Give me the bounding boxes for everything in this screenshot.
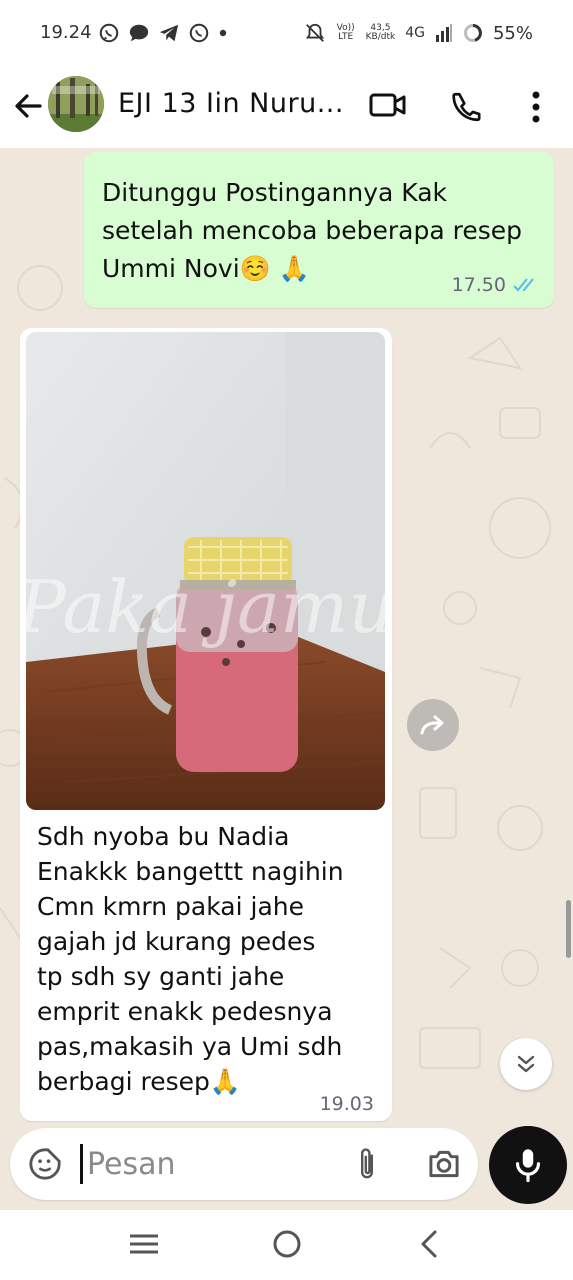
- whatsapp-icon: [99, 23, 119, 43]
- net-speed-unit: KB/dtk: [365, 32, 396, 42]
- chat-area[interactable]: Ditunggu Postingannya Kak setelah mencob…: [0, 148, 573, 1210]
- message-meta: 17.50: [452, 274, 540, 296]
- back-arrow-icon[interactable]: [12, 88, 44, 124]
- signal-icon: [435, 24, 452, 42]
- system-icons: Vo)) LTE 43,5 KB/dtk 4G 55%: [304, 22, 533, 44]
- forward-icon: [420, 715, 444, 735]
- chat-icon: [129, 24, 149, 42]
- incoming-message-time: 19.03: [319, 1093, 374, 1115]
- read-receipt-icon: [513, 278, 534, 292]
- video-call-icon[interactable]: [369, 90, 407, 120]
- avatar-image: [48, 76, 104, 132]
- outgoing-message-time: 17.50: [451, 274, 506, 296]
- message-composer: [10, 1128, 478, 1200]
- photo-image: Paka jamu: [26, 332, 385, 810]
- status-time: 19.24: [40, 22, 92, 43]
- scroll-to-bottom-button[interactable]: [500, 1038, 552, 1090]
- incoming-message[interactable]: Paka jamu Sdh nyoba bu Nadia Enakkk bang…: [20, 328, 392, 1121]
- battery-percent: 55%: [492, 22, 533, 44]
- telegram-icon: [159, 24, 179, 42]
- sticker-icon[interactable]: [28, 1147, 62, 1181]
- message-photo[interactable]: Paka jamu: [26, 332, 385, 810]
- forward-button[interactable]: [407, 699, 459, 751]
- nav-back-icon[interactable]: [417, 1228, 441, 1260]
- mic-icon: [515, 1149, 541, 1182]
- dot-icon: [219, 29, 227, 37]
- nav-recents-icon[interactable]: [128, 1228, 160, 1260]
- chevrons-down-icon: [517, 1055, 535, 1073]
- notification-icons: [98, 22, 228, 44]
- incoming-message-text: Sdh nyoba bu Nadia Enakkk bangettt nagih…: [37, 822, 344, 1096]
- chat-header: EJI 13 Iin Nuru...: [0, 66, 573, 148]
- network-type: 4G: [405, 25, 425, 41]
- volte-label: Vo)) LTE: [336, 23, 355, 42]
- avatar[interactable]: [48, 76, 104, 132]
- photo-watermark: Paka jamu: [26, 565, 385, 649]
- phone-icon[interactable]: [450, 90, 484, 124]
- battery-icon: [463, 24, 482, 42]
- outgoing-message-text: Ditunggu Postingannya Kak setelah mencob…: [102, 178, 523, 283]
- status-bar: 19.24 Vo)) LTE 43,5 KB/dtk 4G 55%: [0, 0, 573, 66]
- chat-title[interactable]: EJI 13 Iin Nuru...: [118, 88, 344, 119]
- net-speed: 43,5 KB/dtk: [366, 24, 396, 42]
- voice-message-button[interactable]: [489, 1126, 567, 1204]
- message-input[interactable]: [80, 1144, 337, 1184]
- system-nav-bar: [0, 1210, 573, 1280]
- nav-home-icon[interactable]: [271, 1228, 303, 1260]
- whatsapp-icon: [189, 23, 209, 43]
- more-vert-icon[interactable]: [530, 90, 542, 124]
- outgoing-message[interactable]: Ditunggu Postingannya Kak setelah mencob…: [84, 152, 554, 308]
- chat-scrollbar[interactable]: [566, 900, 571, 958]
- camera-icon[interactable]: [426, 1148, 462, 1180]
- attach-icon[interactable]: [354, 1146, 380, 1182]
- mute-icon: [305, 23, 324, 42]
